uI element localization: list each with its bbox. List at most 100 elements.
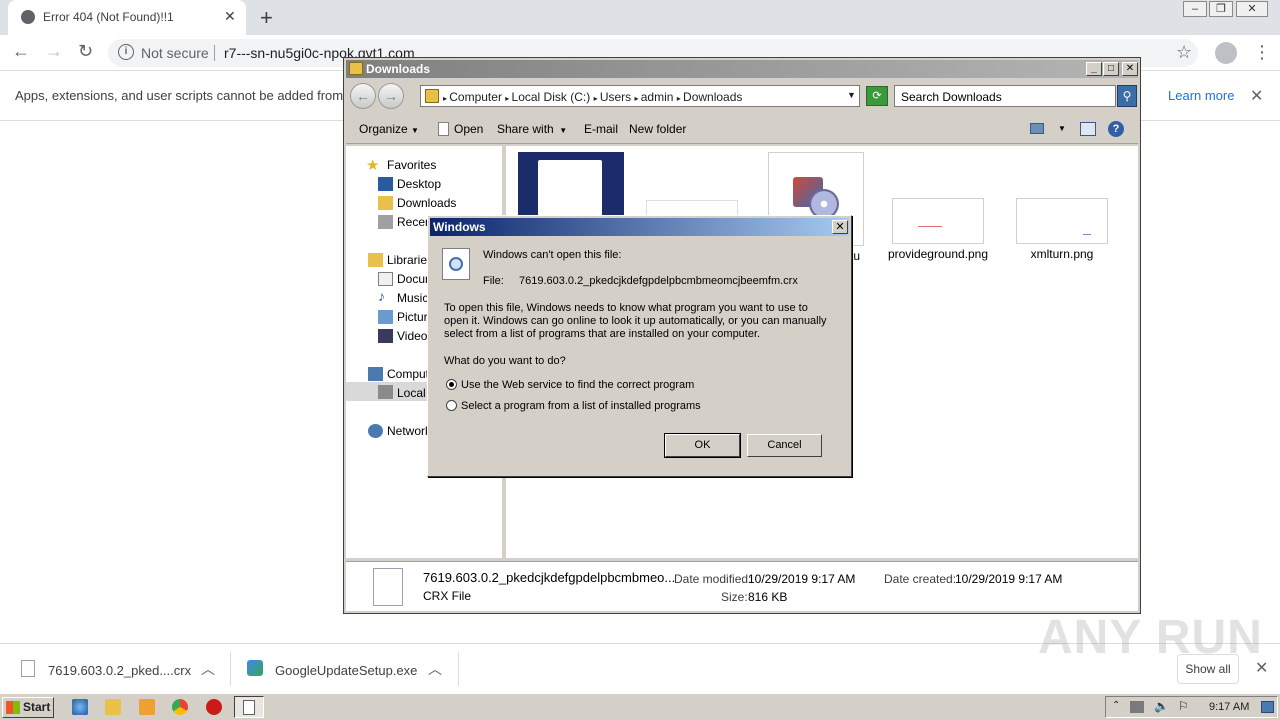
browser-tab[interactable]: Error 404 (Not Found)!!1 ✕ <box>8 0 246 35</box>
explorer-maximize-button[interactable]: □ <box>1103 62 1119 76</box>
new-folder-button[interactable]: New folder <box>629 122 686 136</box>
open-with-dialog: Windows ✕ Windows can't open this file: … <box>427 215 852 477</box>
nav-favorites[interactable]: Favorites <box>387 158 436 172</box>
network-icon <box>368 424 383 438</box>
share-with-menu[interactable]: Share with ▼ <box>497 122 567 136</box>
back-arrow-icon[interactable]: ← <box>12 41 30 62</box>
videos-icon <box>378 329 393 343</box>
detail-modified-label: Date modified: <box>674 572 752 586</box>
breadcrumb-downloads[interactable]: Downloads <box>683 90 742 104</box>
not-secure-label: Not secure <box>141 45 209 61</box>
file-icon <box>243 700 255 715</box>
cancel-button[interactable]: Cancel <box>747 434 822 457</box>
media-player-icon[interactable] <box>139 699 155 715</box>
windows-logo-icon <box>6 701 20 714</box>
email-button[interactable]: E-mail <box>584 122 618 136</box>
selected-file-thumbnail[interactable] <box>518 152 624 218</box>
explorer-icon[interactable] <box>105 699 121 715</box>
views-icon[interactable] <box>1030 123 1044 134</box>
search-file-icon <box>442 248 470 280</box>
installer-icon <box>247 660 263 676</box>
download-item[interactable]: GoogleUpdateSetup.exe ︿ <box>230 644 458 694</box>
tab-title: Error 404 (Not Found)!!1 <box>43 10 174 24</box>
tray-expand-icon[interactable]: ⌃ <box>1112 700 1120 711</box>
dialog-close-button[interactable]: ✕ <box>832 220 848 234</box>
explorer-title-bar[interactable]: Downloads _ □ ✕ <box>346 60 1138 78</box>
local-disk-icon <box>378 385 393 399</box>
star-icon: ★ <box>366 157 380 174</box>
breadcrumb-computer[interactable]: Computer <box>449 90 502 104</box>
breadcrumb-admin[interactable]: admin <box>641 90 674 104</box>
close-window-button[interactable]: ✕ <box>1236 1 1268 17</box>
opera-icon[interactable] <box>206 699 222 715</box>
music-icon: ♪ <box>378 288 385 304</box>
taskbar: Start ⌃ 🔈 ⚐ 9:17 AM <box>0 693 1280 720</box>
breadcrumb-users[interactable]: Users <box>600 90 631 104</box>
details-pane: 7619.603.0.2_pkedcjkdefgpdelpbcmbmeo... … <box>346 561 1138 611</box>
detail-size-value: 816 KB <box>748 590 788 604</box>
ok-button[interactable]: OK <box>664 433 741 458</box>
chrome-icon[interactable] <box>172 699 188 715</box>
account-avatar-icon[interactable] <box>1215 42 1237 64</box>
breadcrumb[interactable]: ▸ Computer ▸ Local Disk (C:) ▸ Users ▸ a… <box>420 85 860 107</box>
ie-icon[interactable] <box>72 699 88 715</box>
file-item[interactable]: xmlturn.png <box>1016 198 1112 268</box>
detail-created-label: Date created: <box>884 572 957 586</box>
help-icon[interactable]: ? <box>1108 121 1124 137</box>
nav-downloads[interactable]: Downloads <box>397 196 456 210</box>
minimize-button[interactable]: – <box>1183 1 1207 17</box>
search-input[interactable]: Search Downloads <box>894 85 1116 107</box>
learn-more-link[interactable]: Learn more <box>1168 88 1234 103</box>
preview-pane-icon[interactable] <box>1080 122 1096 136</box>
thumbnail-mark <box>1083 234 1091 235</box>
tab-close-icon[interactable]: ✕ <box>224 8 236 25</box>
start-label: Start <box>23 700 51 714</box>
views-chevron-down-icon[interactable]: ▼ <box>1058 124 1066 133</box>
file-icon <box>21 660 35 677</box>
infobar-close-icon[interactable]: ✕ <box>1250 86 1263 106</box>
info-icon[interactable]: i <box>118 44 134 60</box>
taskbar-active-item[interactable] <box>234 696 264 718</box>
nav-music[interactable]: Music <box>397 291 428 305</box>
more-menu-icon[interactable]: ⋮ <box>1253 42 1271 63</box>
magnifier-lens <box>449 257 463 271</box>
refresh-icon[interactable]: ⟳ <box>866 86 888 106</box>
volume-icon[interactable]: 🔈 <box>1154 699 1169 713</box>
search-icon[interactable]: ⚲ <box>1117 85 1137 107</box>
forward-arrow-icon[interactable]: → <box>45 41 63 62</box>
chevron-up-icon[interactable]: ︿ <box>428 659 442 679</box>
open-button[interactable]: Open <box>454 122 483 136</box>
program-list-radio[interactable] <box>446 400 457 411</box>
reload-icon[interactable]: ↻ <box>78 41 93 62</box>
organize-menu[interactable]: Organize ▼ <box>359 122 419 136</box>
dialog-question: What do you want to do? <box>444 355 566 367</box>
start-button[interactable]: Start <box>2 697 54 718</box>
web-service-label[interactable]: Use the Web service to find the correct … <box>461 379 694 391</box>
flag-icon[interactable]: ⚐ <box>1178 699 1189 713</box>
bookmark-star-icon[interactable]: ☆ <box>1176 42 1192 63</box>
download-item[interactable]: 7619.603.0.2_pked....crx ︿ <box>0 644 230 694</box>
network-tray-icon[interactable] <box>1130 701 1144 713</box>
nav-network[interactable]: Network <box>387 424 431 438</box>
web-service-radio[interactable] <box>446 379 457 390</box>
breadcrumb-local-disk[interactable]: Local Disk (C:) <box>512 90 591 104</box>
chevron-up-icon[interactable]: ︿ <box>201 659 215 679</box>
explorer-forward-button[interactable]: → <box>378 83 404 109</box>
explorer-back-button[interactable]: ← <box>350 83 376 109</box>
nav-desktop[interactable]: Desktop <box>397 177 441 191</box>
chevron-down-icon[interactable]: ▼ <box>847 90 856 100</box>
dialog-title-bar[interactable]: Windows ✕ <box>430 218 849 236</box>
explorer-close-button[interactable]: ✕ <box>1122 62 1138 76</box>
folder-icon <box>425 89 439 103</box>
dialog-explanation-line-2: open it. Windows can go online to look i… <box>444 315 827 327</box>
detail-created-value: 10/29/2019 9:17 AM <box>955 572 1063 586</box>
show-desktop-icon[interactable] <box>1261 701 1274 713</box>
program-list-label[interactable]: Select a program from a list of installe… <box>461 400 701 412</box>
file-item[interactable]: provideground.png <box>888 198 988 268</box>
download-name: 7619.603.0.2_pked....crx <box>48 663 192 678</box>
dialog-explanation-line-1: To open this file, Windows needs to know… <box>444 302 808 314</box>
new-tab-button[interactable]: + <box>260 5 273 31</box>
restore-button[interactable]: ❐ <box>1209 1 1233 17</box>
explorer-minimize-button[interactable]: _ <box>1086 62 1102 76</box>
clock[interactable]: 9:17 AM <box>1209 701 1249 713</box>
